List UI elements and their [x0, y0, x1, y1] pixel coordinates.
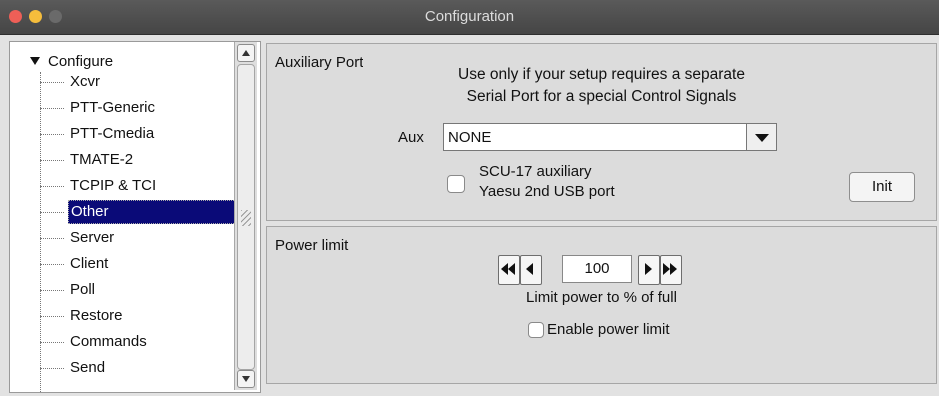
init-button[interactable]: Init: [849, 172, 915, 202]
scu17-label: SCU-17 auxiliary Yaesu 2nd USB port: [479, 162, 615, 202]
tree-item-tmate-2[interactable]: TMATE-2: [40, 148, 245, 172]
tree-item-label: Client: [70, 255, 109, 272]
power-limit-note: Limit power to % of full: [526, 289, 677, 306]
increment-fast-button[interactable]: [660, 255, 682, 285]
scu17-label-line-1: SCU-17 auxiliary: [479, 163, 592, 180]
config-tree[interactable]: Configure Xcvr PTT-Generic PTT-Cmedia TM…: [9, 41, 261, 393]
power-value-input[interactable]: 100: [562, 255, 632, 283]
configuration-window: Configuration Configure Xcvr PTT-Generic…: [0, 0, 939, 396]
tree-root-label: Configure: [48, 53, 114, 70]
double-left-arrow-icon: [501, 263, 515, 275]
tree-item-label: Server: [70, 229, 115, 246]
tree-item-ptt-cmedia[interactable]: PTT-Cmedia: [40, 122, 245, 146]
aux-dropdown-button[interactable]: [746, 124, 776, 150]
enable-power-limit-label[interactable]: Enable power limit: [547, 321, 670, 338]
enable-power-limit-checkbox[interactable]: [528, 322, 544, 338]
tree-item-tcpip-tci[interactable]: TCPIP & TCI: [40, 174, 245, 198]
tree-item-restore[interactable]: Restore: [40, 304, 245, 328]
tree-item-other[interactable]: Other: [40, 200, 245, 224]
scu17-checkbox[interactable]: [447, 175, 465, 193]
tree-item-label: Other: [68, 200, 244, 224]
decrement-button[interactable]: [520, 255, 542, 285]
scroll-thumb[interactable]: [237, 64, 255, 370]
group-label: Power limit: [275, 237, 349, 254]
decrement-fast-button[interactable]: [498, 255, 520, 285]
tree-item-ptt-generic[interactable]: PTT-Generic: [40, 96, 245, 120]
grip-icon: [241, 210, 251, 226]
tree-scrollbar[interactable]: [234, 42, 257, 390]
tree-root-configure[interactable]: Configure: [30, 52, 113, 72]
double-right-arrow-icon: [663, 263, 677, 275]
tree-item-label: TCPIP & TCI: [70, 177, 157, 194]
tree-item-server[interactable]: Server: [40, 226, 245, 250]
tree-item-label: Xcvr: [70, 73, 100, 90]
expand-triangle-icon[interactable]: [30, 57, 40, 66]
scroll-up-button[interactable]: [237, 44, 255, 62]
tree-item-commands[interactable]: Commands: [40, 330, 245, 354]
tree-item-label: Send: [70, 359, 106, 376]
arrow-down-icon: [242, 376, 250, 382]
increment-button[interactable]: [638, 255, 660, 285]
window-title: Configuration: [424, 8, 515, 25]
tree-item-label: Restore: [70, 307, 123, 324]
left-arrow-icon: [526, 263, 533, 275]
power-limit-group: Power limit 100 Limit power to % of full…: [266, 226, 937, 384]
tree-item-client[interactable]: Client: [40, 252, 245, 276]
tree-item-send[interactable]: Send: [40, 356, 245, 380]
arrow-up-icon: [242, 50, 250, 56]
aux-port-value: NONE: [448, 129, 492, 146]
scroll-down-button[interactable]: [237, 370, 255, 388]
auxiliary-port-group: Auxiliary Port Use only if your setup re…: [266, 43, 937, 221]
chevron-down-icon: [755, 134, 769, 142]
aux-description: Use only if your setup requires a separa…: [267, 64, 936, 108]
tree-item-label: Commands: [70, 333, 147, 350]
tree-item-label: PTT-Cmedia: [70, 125, 155, 142]
tree-item-xcvr[interactable]: Xcvr: [40, 70, 245, 94]
right-arrow-icon: [645, 263, 652, 275]
tree-item-label: TMATE-2: [70, 151, 134, 168]
aux-label: Aux: [398, 129, 424, 146]
aux-description-line-2: Serial Port for a special Control Signal…: [466, 88, 737, 105]
scu17-label-line-2: Yaesu 2nd USB port: [479, 183, 615, 200]
tree-item-poll[interactable]: Poll: [40, 278, 245, 302]
aux-port-select[interactable]: NONE: [443, 123, 777, 151]
tree-item-label: PTT-Generic: [70, 99, 156, 116]
tree-item-label: Poll: [70, 281, 96, 298]
title-bar[interactable]: Configuration: [0, 0, 939, 35]
aux-description-line-1: Use only if your setup requires a separa…: [458, 66, 745, 83]
